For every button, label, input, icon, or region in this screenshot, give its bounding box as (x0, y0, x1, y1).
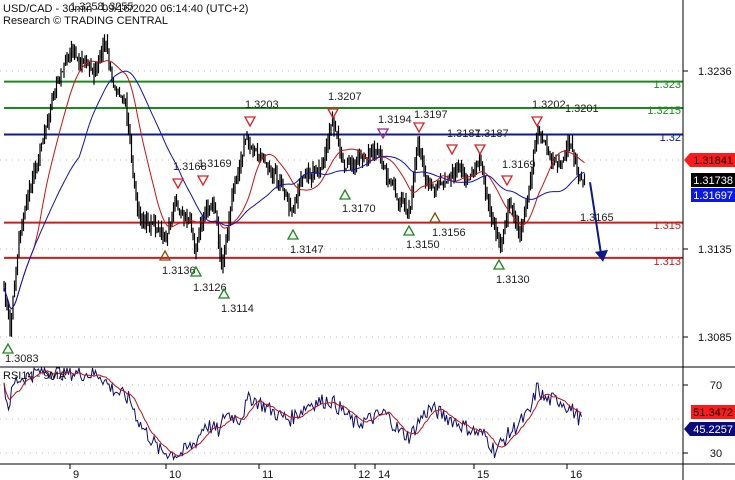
date-tick-label: 15 (477, 469, 489, 480)
level-label: 1.315 (653, 220, 681, 232)
trough-label: 1.3083 (5, 353, 39, 365)
rsi-tick-label: 30 (710, 448, 722, 460)
trough-label: 1.3136 (162, 265, 196, 277)
peak-marker-icon (473, 144, 487, 156)
peak-marker-icon (530, 116, 544, 128)
price-tick-label: 1.3135 (698, 244, 732, 256)
peak-label: 1.3203 (245, 99, 279, 111)
rsi-line (3, 366, 582, 462)
axes: 1.3236 1.3135 1.3085 70 30 9 10 11 12 14 15 16 1.318… (0, 0, 735, 480)
trough-marker-icon (286, 228, 300, 240)
peak-label: 1.3169 (502, 159, 536, 171)
peak-label: 1.3207 (328, 91, 362, 103)
trough-label: 1.3147 (290, 244, 324, 256)
chart-title: USD/CAD - 30min - 09/16/2020 06:14:40 (U… (3, 3, 248, 15)
level-label: 1.313 (653, 256, 681, 268)
date-tick-label: 14 (378, 469, 390, 480)
forecast-arrow-head-icon (595, 249, 608, 262)
peak-marker-icon (171, 178, 185, 190)
date-tick-label: 16 (570, 469, 582, 480)
trough-label: 1.3150 (406, 239, 440, 251)
level-label: 1.323 (653, 79, 681, 91)
date-tick-label: 12 (358, 469, 370, 480)
date-tick-label: 10 (169, 469, 181, 480)
price-tick-label: 1.3085 (698, 332, 732, 344)
date-tick-label: 9 (73, 469, 79, 480)
peak-label: 1.3202 (532, 99, 566, 111)
chart-subtitle: Research © TRADING CENTRAL (3, 15, 168, 27)
trough-marker-icon (1, 342, 15, 354)
trough-label: 1.3170 (342, 203, 376, 215)
price-tag-label: 1.31697 (693, 190, 733, 202)
rsi-panel (3, 366, 582, 462)
level-label: 1.32 (660, 132, 681, 144)
level-label: 1.3215 (647, 105, 681, 117)
peak-marker-icon (445, 144, 459, 156)
trough-marker-icon (428, 211, 442, 223)
price-chart: 1.3231.32151.321.3151.313 1.32581.32551.… (0, 0, 735, 480)
trough-label: 1.3130 (496, 274, 530, 286)
trough-label: 1.3156 (432, 227, 466, 239)
candles (3, 34, 586, 337)
peak-label: 1.3187 (475, 128, 509, 140)
peak-marker-icon (412, 122, 426, 134)
trough-marker-icon (402, 224, 416, 236)
peak-marker-icon (196, 175, 210, 187)
peak-label: 1.3197 (414, 109, 448, 121)
date-tick-label: 11 (262, 469, 273, 480)
rsi-tag-label: 45.2257 (693, 424, 733, 436)
rsi-tag-label: 51.3472 (693, 407, 733, 419)
trough-label: 1.3114 (221, 303, 254, 315)
price-tag-label: 1.31738 (693, 175, 733, 187)
price-tag-label: 1.31841 (693, 155, 733, 167)
trough-marker-icon (492, 258, 506, 270)
grid-lines (0, 70, 683, 454)
peak-label: 1.3194 (378, 114, 412, 126)
peak-label: 1.3169 (198, 158, 232, 170)
peak-label: 1.3201 (565, 103, 599, 115)
peak-marker-icon (500, 175, 514, 187)
rsi-label: RSI14 - 9MA (3, 370, 67, 382)
moving-averages (3, 60, 585, 310)
rsi-tick-label: 70 (710, 380, 722, 392)
trough-marker-icon (338, 188, 352, 200)
peak-marker-icon (243, 116, 257, 128)
price-tick-label: 1.3236 (698, 66, 732, 78)
fast-moving-average (3, 60, 585, 310)
